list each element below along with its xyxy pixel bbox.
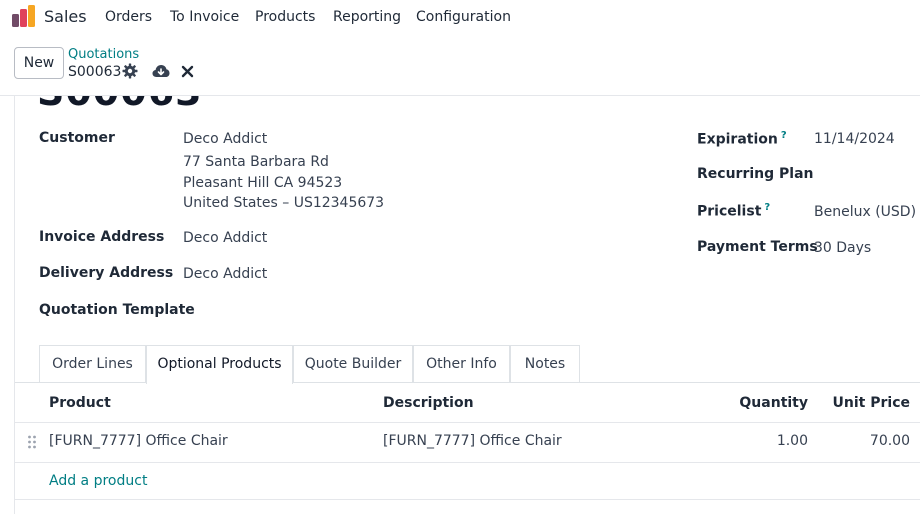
invoice-address-field[interactable]: Deco Addict xyxy=(183,230,267,246)
row-quantity[interactable]: 1.00 xyxy=(777,433,808,449)
tab-other-info[interactable]: Other Info xyxy=(413,345,510,383)
column-product[interactable]: Product xyxy=(49,395,111,411)
customer-street: 77 Santa Barbara Rd xyxy=(183,154,329,170)
row-unit-price[interactable]: 70.00 xyxy=(870,433,910,449)
column-description[interactable]: Description xyxy=(383,395,474,411)
breadcrumb-quotations[interactable]: Quotations xyxy=(68,47,139,62)
tab-quote-builder[interactable]: Quote Builder xyxy=(293,345,413,383)
customer-city: Pleasant Hill CA 94523 xyxy=(183,175,343,191)
tab-optional-products[interactable]: Optional Products xyxy=(146,345,293,384)
add-product-link[interactable]: Add a product xyxy=(49,473,147,489)
row-description[interactable]: [FURN_7777] Office Chair xyxy=(383,433,562,449)
menu-products[interactable]: Products xyxy=(255,9,315,25)
menu-configuration[interactable]: Configuration xyxy=(416,9,511,25)
recurring-plan-label: Recurring Plan xyxy=(697,166,814,182)
column-unit-price[interactable]: Unit Price xyxy=(833,395,910,411)
drag-handle-icon[interactable] xyxy=(27,435,37,449)
payment-terms-label: Payment Terms xyxy=(697,239,818,255)
form-sheet: S00063 Customer Deco Addict 77 Santa Bar… xyxy=(14,96,920,514)
customer-name[interactable]: Deco Addict xyxy=(183,131,267,147)
tab-order-lines[interactable]: Order Lines xyxy=(39,345,146,383)
app-name[interactable]: Sales xyxy=(44,7,87,26)
gear-icon[interactable] xyxy=(122,63,138,79)
discard-icon[interactable] xyxy=(181,65,194,78)
delivery-address-label: Delivery Address xyxy=(39,265,174,281)
menu-orders[interactable]: Orders xyxy=(105,9,152,25)
top-navbar: Sales Orders To Invoice Products Reporti… xyxy=(0,0,920,34)
menu-reporting[interactable]: Reporting xyxy=(333,9,401,25)
column-quantity[interactable]: Quantity xyxy=(739,395,808,411)
payment-terms-field[interactable]: 30 Days xyxy=(814,240,871,256)
pricelist-field[interactable]: Benelux (USD) xyxy=(814,204,916,220)
row-divider xyxy=(15,462,920,463)
invoice-address-label: Invoice Address xyxy=(39,229,165,245)
help-tooltip-icon[interactable]: ? xyxy=(764,202,770,213)
help-tooltip-icon[interactable]: ? xyxy=(781,130,787,141)
header-divider xyxy=(15,422,920,423)
menu-to-invoice[interactable]: To Invoice xyxy=(170,9,239,25)
footer-divider xyxy=(15,499,920,500)
control-panel: New Quotations S00063 xyxy=(0,34,920,96)
quotation-template-label: Quotation Template xyxy=(39,302,195,318)
new-button[interactable]: New xyxy=(14,47,64,79)
customer-country: United States – US12345673 xyxy=(183,195,385,211)
pricelist-label: Pricelist? xyxy=(697,202,771,220)
sales-app-icon[interactable] xyxy=(12,5,36,27)
delivery-address-field[interactable]: Deco Addict xyxy=(183,266,267,282)
tab-notes[interactable]: Notes xyxy=(510,345,580,383)
breadcrumb-current: S00063 xyxy=(68,64,122,80)
save-cloud-icon[interactable] xyxy=(152,64,170,78)
row-product[interactable]: [FURN_7777] Office Chair xyxy=(49,433,228,449)
expiration-field[interactable]: 11/14/2024 xyxy=(814,131,895,147)
customer-label: Customer xyxy=(39,130,115,146)
record-title: S00063 xyxy=(37,96,203,114)
expiration-label: Expiration? xyxy=(697,130,787,148)
